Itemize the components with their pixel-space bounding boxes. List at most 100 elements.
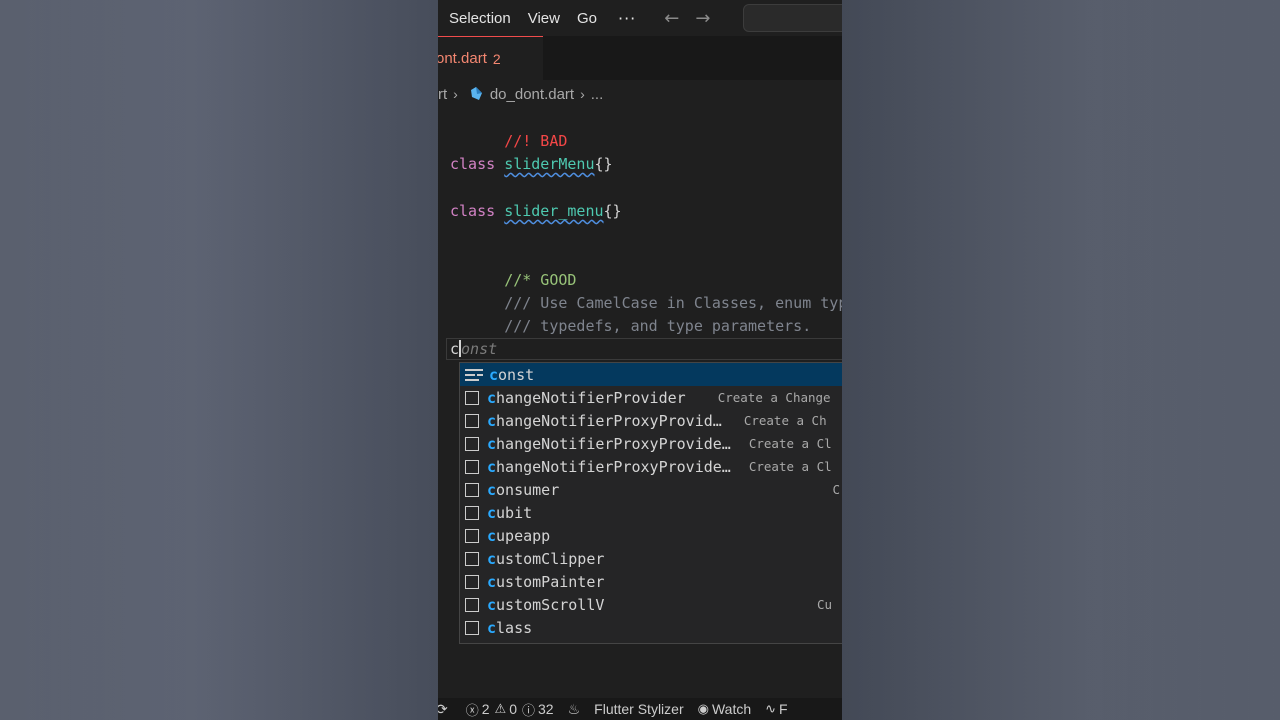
keyword-class: class <box>450 202 496 220</box>
suggestion-label: class <box>487 618 533 637</box>
suggestion-item[interactable]: customScrollV Cu <box>460 593 842 616</box>
code-line: class sliderMenu{} <box>450 153 613 176</box>
suggestion-label: changeNotifierProxyProvide… <box>487 434 731 453</box>
snippet-icon <box>465 413 479 428</box>
comment-bad: //! BAD <box>504 132 568 150</box>
braces: {} <box>603 202 622 220</box>
title-bar: Selection View Go ··· ← → <box>438 0 842 36</box>
background-right <box>842 0 1280 720</box>
suggestion-item[interactable]: cubit <box>460 501 842 524</box>
chevron-right-icon: › <box>580 86 585 102</box>
suggestion-detail: Cu <box>816 597 832 612</box>
suggestion-detail: Create a Ch <box>743 413 827 428</box>
tab-problem-count: 2 <box>492 50 501 67</box>
typed-text: c <box>450 340 460 358</box>
tab-do-dont-dart[interactable]: ont.dart 2 <box>438 36 543 80</box>
more-menus-icon[interactable]: ··· <box>618 9 636 28</box>
braces: {} <box>594 155 613 173</box>
code-line: /// Use CamelCase in Classes, enum types… <box>450 269 842 312</box>
suggestion-label: consumer <box>487 480 560 499</box>
menu-selection[interactable]: Selection <box>449 10 511 27</box>
doc-comment: /// typedefs, and type parameters. <box>504 317 812 335</box>
suggestion-detail: Create a Cl <box>748 436 832 451</box>
breadcrumb-file[interactable]: do_dont.dart <box>490 86 574 103</box>
tab-label: ont.dart <box>438 50 487 67</box>
typing-line: c onst <box>450 338 497 360</box>
suggestion-label: const <box>489 365 535 384</box>
snippet-icon <box>465 597 479 612</box>
eye-icon: ◉ <box>697 701 709 716</box>
breadcrumb: rt › do_dont.dart › ... <box>438 82 603 106</box>
snippet-icon <box>465 620 479 635</box>
breadcrumb-folder[interactable]: rt <box>438 86 447 103</box>
snippet-icon <box>465 459 479 474</box>
command-center-search[interactable] <box>743 4 842 32</box>
pulse-button[interactable]: ∿ F <box>765 701 787 717</box>
suggestion-item[interactable]: consumer C <box>460 478 842 501</box>
back-arrow-icon[interactable]: ← <box>664 8 679 29</box>
suggestion-label: customPainter <box>487 572 605 591</box>
keyword-icon <box>465 368 483 382</box>
suggestion-item[interactable]: const <box>460 363 842 386</box>
suggestion-label: cupeapp <box>487 526 551 545</box>
suggestion-item[interactable]: customPainter <box>460 570 842 593</box>
suggestion-label: changeNotifierProxyProvide… <box>487 457 731 476</box>
snippet-icon <box>465 482 479 497</box>
code-line: class slider_menu{} <box>450 200 622 223</box>
suggestion-label: customClipper <box>487 549 605 568</box>
flutter-stylizer-button[interactable]: Flutter Stylizer <box>594 701 683 717</box>
suggestion-label: cubit <box>487 503 533 522</box>
watch-button[interactable]: ◉ Watch <box>698 701 752 717</box>
menu-view[interactable]: View <box>528 10 560 27</box>
flame-icon[interactable]: ♨ <box>568 701 581 718</box>
suggestion-label: customScrollV <box>487 595 605 614</box>
vscode-window: Selection View Go ··· ← → ont.dart 2 rt … <box>438 0 842 720</box>
forward-arrow-icon[interactable]: → <box>695 8 710 29</box>
keyword-class: class <box>450 155 496 173</box>
suggestion-label: changeNotifierProxyProvid… <box>487 411 722 430</box>
info-icon: ⓘ <box>522 702 536 718</box>
editor-tab-bar: ont.dart 2 <box>438 36 842 80</box>
suggestion-item[interactable]: changeNotifierProxyProvid… Create a Ch <box>460 409 842 432</box>
snippet-icon <box>465 528 479 543</box>
pulse-label: F <box>779 701 788 717</box>
suggestion-item[interactable]: changeNotifierProvider Create a Change <box>460 386 842 409</box>
menu-go[interactable]: Go <box>577 10 597 27</box>
suggestion-detail: C <box>832 482 840 497</box>
snippet-icon <box>465 436 479 451</box>
class-name-slidermenu: sliderMenu <box>504 155 595 173</box>
snippet-icon <box>465 505 479 520</box>
suggestion-item[interactable]: changeNotifierProxyProvide… Create a Cl <box>460 455 842 478</box>
error-count: 2 <box>481 701 490 717</box>
suggestion-detail: Create a Change <box>717 390 831 405</box>
suggestion-item[interactable]: customClipper <box>460 547 842 570</box>
suggestion-item[interactable]: cupeapp <box>460 524 842 547</box>
suggestion-item[interactable]: class <box>460 616 842 639</box>
inline-suggestion: onst <box>461 340 498 358</box>
snippet-icon <box>465 574 479 589</box>
watch-label: Watch <box>711 701 752 717</box>
suggestion-item[interactable]: changeNotifierProxyProvide… Create a Cl <box>460 432 842 455</box>
sync-icon[interactable]: ⟳ <box>438 701 448 718</box>
snippet-icon <box>465 390 479 405</box>
snippet-icon <box>465 551 479 566</box>
code-line: //* GOOD <box>450 246 576 289</box>
pulse-icon: ∿ <box>765 701 777 716</box>
code-line: //! BAD <box>450 107 567 150</box>
code-line: /// typedefs, and type parameters. <box>450 292 811 335</box>
info-count: 32 <box>538 701 554 717</box>
problems-indicator[interactable]: ⓧ 2 ⚠ 0 ⓘ 32 <box>466 700 554 719</box>
error-icon: ⓧ <box>465 702 479 718</box>
autocomplete-suggestions: const changeNotifierProvider Create a Ch… <box>459 362 842 644</box>
current-line-highlight <box>446 338 842 360</box>
suggestion-label: changeNotifierProvider <box>487 388 686 407</box>
warning-count: 0 <box>509 701 517 717</box>
chevron-right-icon: › <box>453 86 458 102</box>
class-name-slider-menu: slider_menu <box>504 202 604 220</box>
breadcrumb-more[interactable]: ... <box>591 86 604 103</box>
warning-icon: ⚠ <box>494 701 507 716</box>
background-left <box>0 0 438 720</box>
dart-file-icon <box>470 87 482 100</box>
suggestion-detail: Create a Cl <box>748 459 832 474</box>
status-bar: ⟳ ⓧ 2 ⚠ 0 ⓘ 32 ♨ Flutter Stylizer ◉ Watc… <box>438 698 842 720</box>
